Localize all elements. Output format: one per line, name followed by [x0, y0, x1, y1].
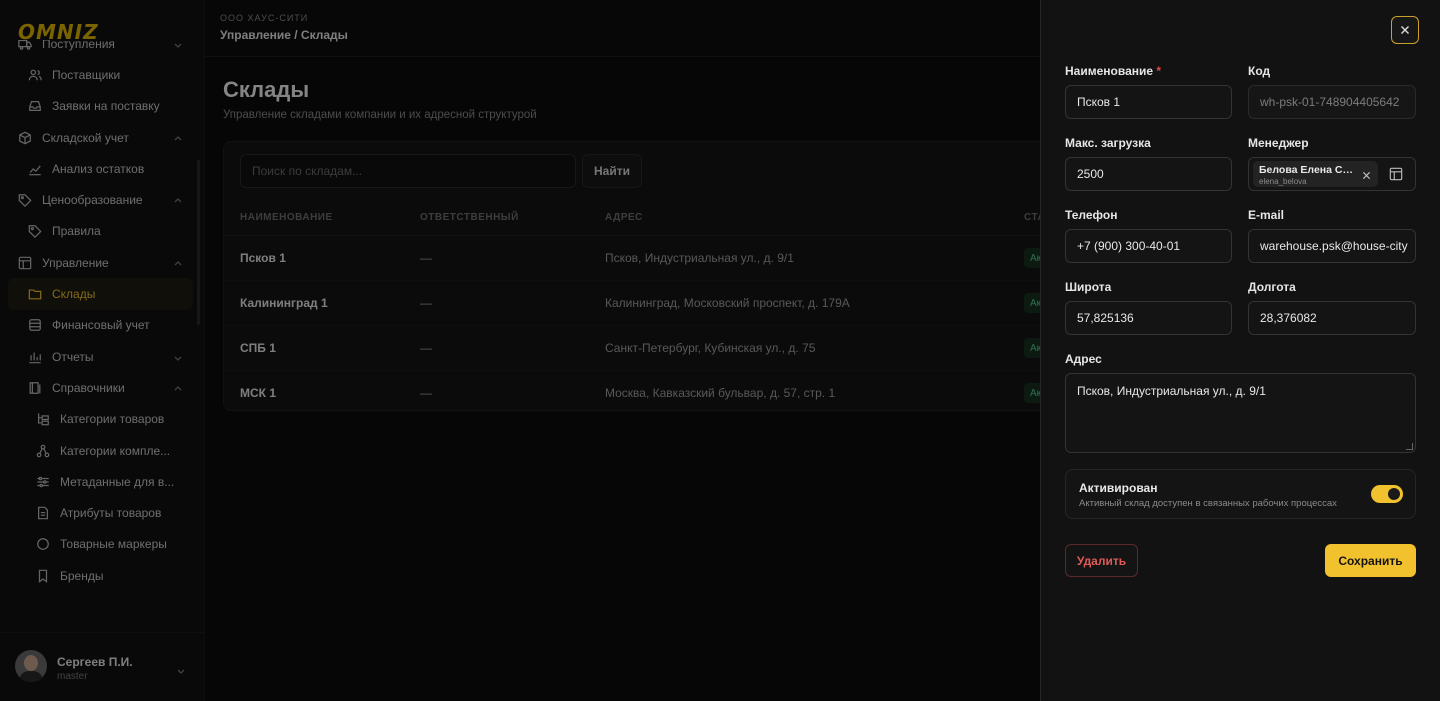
active-description: Активный склад доступен в связанных рабо… [1079, 498, 1337, 509]
address-value: Псков, Индустриальная ул., д. 9/1 [1077, 384, 1266, 398]
active-toggle-card: Активирован Активный склад доступен в св… [1065, 469, 1416, 519]
address-label: Адрес [1065, 352, 1102, 366]
phone-label: Телефон [1065, 208, 1118, 222]
table-picker-icon[interactable] [1389, 167, 1403, 181]
warehouse-edit-drawer: Наименование * Псков 1 Код wh-psk-01-748… [1040, 0, 1440, 701]
max-load-field[interactable]: 2500 [1065, 157, 1232, 191]
address-textarea[interactable]: Псков, Индустриальная ул., д. 9/1 [1065, 373, 1416, 453]
name-label-text: Наименование [1065, 64, 1154, 78]
save-button[interactable]: Сохранить [1325, 544, 1416, 577]
name-label: Наименование * [1065, 64, 1161, 78]
manager-chip-name: Белова Елена Сер... [1259, 164, 1354, 176]
required-mark: * [1156, 64, 1162, 78]
toggle-knob [1388, 488, 1400, 500]
code-field[interactable]: wh-psk-01-748904405642 [1248, 85, 1416, 119]
app-root: OMNIZ Поступления Поставщики Заявки на п… [0, 0, 1440, 701]
remove-chip-icon[interactable] [1362, 169, 1371, 180]
manager-select[interactable]: Белова Елена Сер... elena_belova [1248, 157, 1416, 191]
longitude-label: Долгота [1248, 280, 1296, 294]
email-label: E-mail [1248, 208, 1285, 222]
latitude-label: Широта [1065, 280, 1112, 294]
max-load-label: Макс. загрузка [1065, 136, 1151, 150]
close-button[interactable] [1391, 16, 1419, 44]
code-label: Код [1248, 64, 1271, 78]
email-field[interactable]: warehouse.psk@house-city [1248, 229, 1416, 263]
delete-button[interactable]: Удалить [1065, 544, 1138, 577]
resize-handle[interactable] [1406, 443, 1413, 450]
phone-field[interactable]: +7 (900) 300-40-01 [1065, 229, 1232, 263]
active-title: Активирован [1079, 481, 1158, 495]
longitude-field[interactable]: 28,376082 [1248, 301, 1416, 335]
manager-chip-login: elena_belova [1259, 177, 1307, 186]
manager-label: Менеджер [1248, 136, 1309, 150]
manager-chip: Белова Елена Сер... elena_belova [1253, 161, 1378, 187]
active-toggle[interactable] [1371, 485, 1403, 503]
close-icon [1400, 25, 1410, 35]
latitude-field[interactable]: 57,825136 [1065, 301, 1232, 335]
name-field[interactable]: Псков 1 [1065, 85, 1232, 119]
modal-backdrop[interactable] [0, 0, 1040, 701]
